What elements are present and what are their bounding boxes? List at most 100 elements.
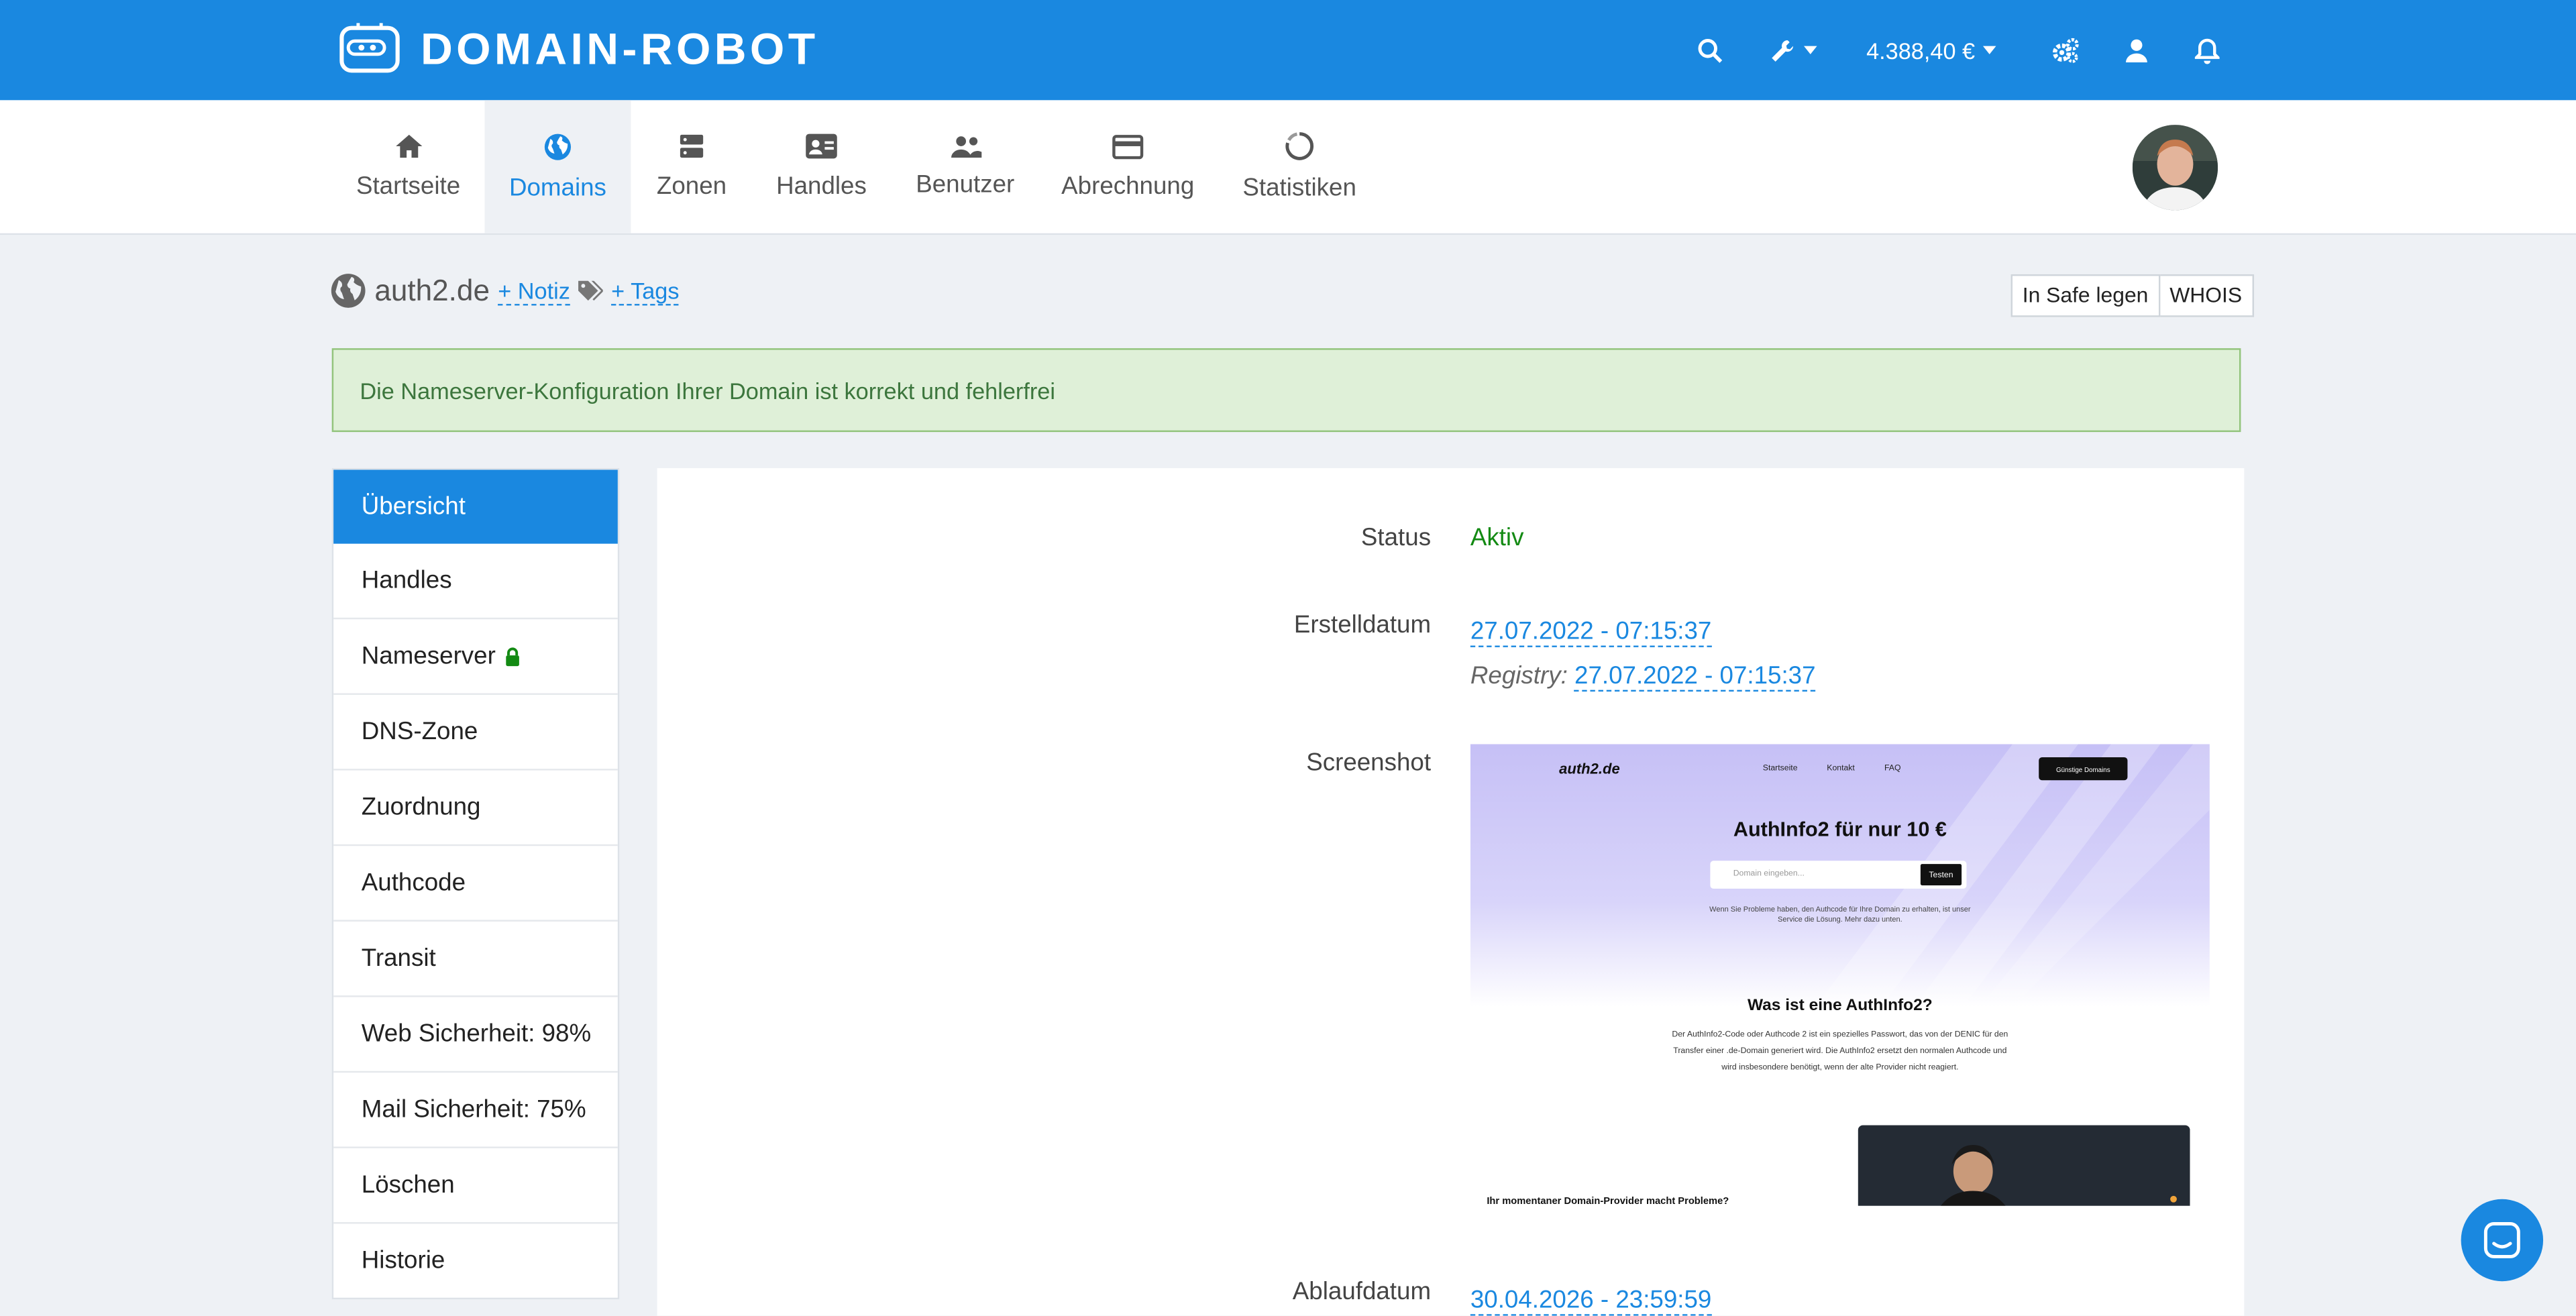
- side-item-historie[interactable]: Historie: [333, 1224, 618, 1298]
- nav-label: Statistiken: [1242, 174, 1356, 203]
- whois-button[interactable]: WHOIS: [2159, 274, 2254, 317]
- registry-prefix: Registry:: [1470, 661, 1568, 690]
- preview-cta: Günstige Domains: [2039, 757, 2128, 781]
- nav-label: Handles: [776, 172, 867, 201]
- preview-nav-faq: FAQ: [1884, 763, 1901, 774]
- side-item-authcode[interactable]: Authcode: [333, 846, 618, 922]
- safe-button[interactable]: In Safe legen: [2010, 274, 2160, 317]
- side-item-loeschen[interactable]: Löschen: [333, 1148, 618, 1224]
- balance-menu[interactable]: 4.388,40 €: [1866, 0, 1996, 100]
- add-note-link[interactable]: + Notiz: [498, 277, 570, 305]
- side-item-label: DNS-Zone: [361, 718, 478, 746]
- home-icon: [394, 134, 422, 158]
- lock-icon: [505, 647, 519, 665]
- search-icon: [1698, 38, 1723, 62]
- id-card-icon: [806, 133, 837, 159]
- side-item-label: Web Sicherheit: 98%: [361, 1020, 592, 1048]
- nav-abrechnung[interactable]: Abrechnung: [1048, 100, 1208, 233]
- website-screenshot[interactable]: auth2.de Startseite Kontakt FAQ Günstige…: [1470, 744, 2210, 1206]
- domain-header: auth2.de + Notiz + Tags: [330, 273, 680, 309]
- created-label: Erstelldatum: [1293, 611, 1432, 639]
- preview-hero-text: Wenn Sie Probleme haben, den Authcode fü…: [1709, 905, 1971, 924]
- preview-nav-contact: Kontakt: [1827, 763, 1855, 774]
- bell-icon: [2194, 38, 2220, 64]
- user-avatar[interactable]: [2132, 125, 2218, 211]
- nav-statistiken[interactable]: Statistiken: [1230, 100, 1368, 233]
- side-item-label: Transit: [361, 944, 436, 973]
- user-icon: [2126, 39, 2147, 63]
- nav-handles[interactable]: Handles: [759, 100, 883, 233]
- brand-logo[interactable]: DOMAIN-ROBOT: [338, 23, 818, 75]
- domain-actions: In Safe legen WHOIS: [2010, 274, 2254, 317]
- preview-section-text: Der AuthInfo2-Code oder Authcode 2 ist e…: [1672, 1030, 2008, 1073]
- nav-label: Domains: [508, 173, 606, 202]
- server-icon: [680, 134, 704, 158]
- search-button[interactable]: [1697, 0, 1723, 100]
- side-item-web-security[interactable]: Web Sicherheit: 98%: [333, 997, 618, 1073]
- nav-startseite[interactable]: Startseite: [338, 100, 478, 233]
- side-item-label: Handles: [361, 566, 452, 595]
- side-item-label: Übersicht: [361, 492, 466, 521]
- domain-side-menu: Übersicht Handles Nameserver DNS-Zone Zu…: [331, 468, 620, 1300]
- wrench-icon: [1772, 39, 1794, 61]
- preview-search-button: Testen: [1920, 864, 1962, 886]
- preview-photo: [1858, 1125, 2190, 1206]
- nav-benutzer[interactable]: Benutzer: [904, 100, 1027, 233]
- side-item-label: Löschen: [361, 1171, 455, 1199]
- nameserver-success-alert: Die Nameserver-Konfiguration Ihrer Domai…: [331, 348, 2241, 433]
- preview-search-box: Domain eingeben... Testen: [1710, 861, 1967, 889]
- side-item-label: Historie: [361, 1246, 445, 1275]
- side-item-zuordnung[interactable]: Zuordnung: [333, 771, 618, 846]
- expiry-date-link[interactable]: 30.04.2026 - 23:59:59: [1470, 1286, 1712, 1316]
- domain-overview-panel: Status Aktiv Erstelldatum 27.07.2022 - 0…: [657, 468, 2245, 1316]
- preview-logo: auth2.de: [1559, 760, 1620, 777]
- top-bar: DOMAIN-ROBOT 4.388,40 €: [0, 0, 2576, 101]
- alert-text: Die Nameserver-Konfiguration Ihrer Domai…: [360, 377, 1055, 404]
- status-label: Status: [1360, 524, 1432, 552]
- side-item-nameserver[interactable]: Nameserver: [333, 619, 618, 695]
- profile-button[interactable]: [2125, 0, 2149, 100]
- nav-domains[interactable]: Domains: [484, 100, 631, 233]
- side-item-dns-zone[interactable]: DNS-Zone: [333, 695, 618, 771]
- chevron-down-icon: [1804, 46, 1817, 54]
- chat-launcher-button[interactable]: [2461, 1199, 2544, 1282]
- side-item-label: Nameserver: [361, 642, 496, 671]
- preview-bottom-text: Ihr momentaner Domain-Provider macht Pro…: [1487, 1197, 1729, 1206]
- globe-icon: [331, 274, 366, 308]
- side-item-uebersicht[interactable]: Übersicht: [333, 470, 618, 544]
- side-item-handles[interactable]: Handles: [333, 544, 618, 620]
- preview-section-title: Was ist eine AuthInfo2?: [1747, 997, 1933, 1016]
- side-item-label: Authcode: [361, 869, 466, 897]
- nav-zonen[interactable]: Zonen: [637, 100, 746, 233]
- chat-icon: [2483, 1222, 2520, 1258]
- registry-date-link[interactable]: 27.07.2022 - 07:15:37: [1574, 661, 1816, 692]
- side-item-label: Mail Sicherheit: 75%: [361, 1095, 586, 1124]
- settings-button[interactable]: [2052, 0, 2080, 100]
- account-balance: 4.388,40 €: [1866, 37, 1976, 64]
- globe-icon: [544, 133, 572, 160]
- preview-headline: AuthInfo2 für nur 10 €: [1733, 818, 1947, 841]
- status-value: Aktiv: [1470, 524, 1524, 552]
- notifications-button[interactable]: [2194, 0, 2220, 100]
- add-tags-link[interactable]: + Tags: [611, 277, 680, 305]
- domain-name: auth2.de: [374, 273, 490, 307]
- nav-label: Zonen: [656, 172, 727, 201]
- nav-label: Benutzer: [916, 170, 1015, 199]
- credit-card-icon: [1112, 133, 1144, 159]
- users-icon: [950, 136, 981, 158]
- created-date-link[interactable]: 27.07.2022 - 07:15:37: [1470, 617, 1712, 647]
- preview-search-placeholder: Domain eingeben...: [1733, 869, 1805, 879]
- preview-photo-image: [1858, 1125, 2190, 1206]
- gears-icon: [2053, 37, 2079, 62]
- robot-logo-icon: [339, 23, 400, 73]
- tools-menu[interactable]: [1770, 0, 1817, 100]
- preview-nav-home: Startseite: [1762, 763, 1798, 774]
- nav-label: Startseite: [356, 172, 461, 201]
- brand-name: DOMAIN-ROBOT: [420, 23, 819, 73]
- chevron-down-icon: [1983, 46, 1996, 54]
- side-item-label: Zuordnung: [361, 793, 481, 822]
- side-item-transit[interactable]: Transit: [333, 922, 618, 997]
- avatar-image: [2132, 125, 2218, 211]
- tags-icon: [578, 280, 603, 301]
- side-item-mail-security[interactable]: Mail Sicherheit: 75%: [333, 1073, 618, 1148]
